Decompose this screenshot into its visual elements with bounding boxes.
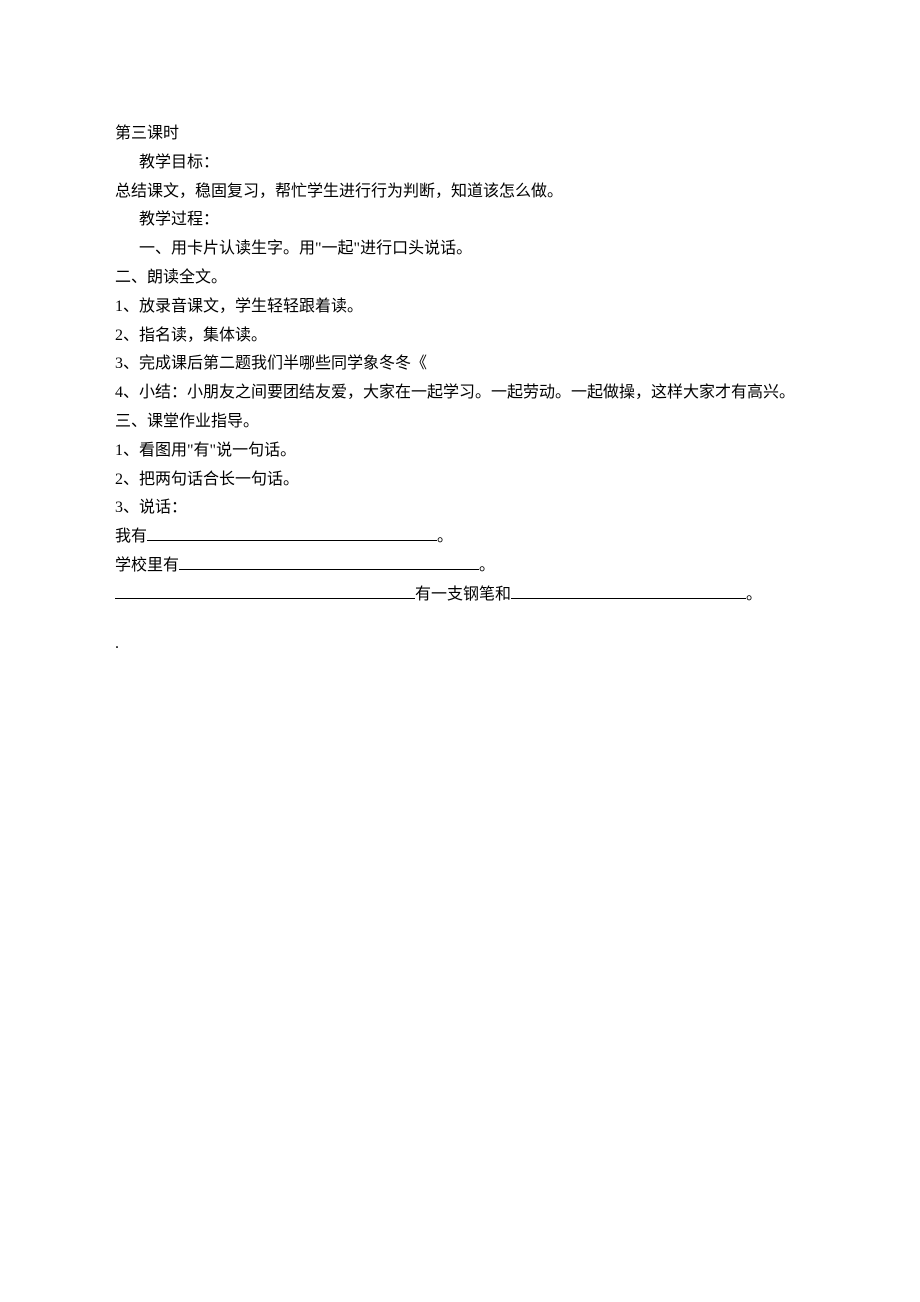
lesson-title: 第三课时 — [115, 120, 805, 149]
blank-2 — [179, 552, 479, 570]
section-2-item-2: 2、指名读，集体读。 — [115, 322, 805, 351]
objective-text: 总结课文，稳固复习，帮忙学生进行行为判断，知道该怎么做。 — [115, 178, 805, 207]
fill-line-2: 学校里有 。 — [115, 552, 805, 581]
fill1-prefix: 我有 — [115, 528, 147, 545]
section-2-item-4: 4、小结：小朋友之间要团结友爱，大家在一起学习。一起劳动。一起做操，这样大家才有… — [115, 379, 805, 408]
section-1: 一、用卡片认读生字。用"一起"进行口头说话。 — [115, 235, 805, 264]
section-3-item-3: 3、说话： — [115, 494, 805, 523]
fill2-prefix: 学校里有 — [115, 557, 179, 574]
fill-line-1: 我有 。 — [115, 523, 805, 552]
fill3-suffix: 。 — [746, 586, 762, 603]
process-label: 教学过程： — [115, 206, 805, 235]
section-3-item-1: 1、看图用"有"说一句话。 — [115, 437, 805, 466]
objective-label: 教学目标： — [115, 149, 805, 178]
section-2-title: 二、朗读全文。 — [115, 264, 805, 293]
blank-3b — [511, 581, 746, 599]
section-2-item-3: 3、完成课后第二题我们半哪些同学象冬冬《 — [115, 350, 805, 379]
fill3-mid: 有一支钢笔和 — [415, 586, 511, 603]
section-3-item-2: 2、把两句话合长一句话。 — [115, 466, 805, 495]
end-dot: . — [115, 630, 805, 659]
fill2-suffix: 。 — [479, 557, 495, 574]
blank-3a — [115, 581, 415, 599]
section-3-title: 三、课堂作业指导。 — [115, 408, 805, 437]
section-2-item-1: 1、放录音课文，学生轻轻跟着读。 — [115, 293, 805, 322]
fill-line-3: 有一支钢笔和 。 — [115, 581, 805, 610]
blank-1 — [147, 524, 437, 542]
fill1-suffix: 。 — [437, 528, 453, 545]
